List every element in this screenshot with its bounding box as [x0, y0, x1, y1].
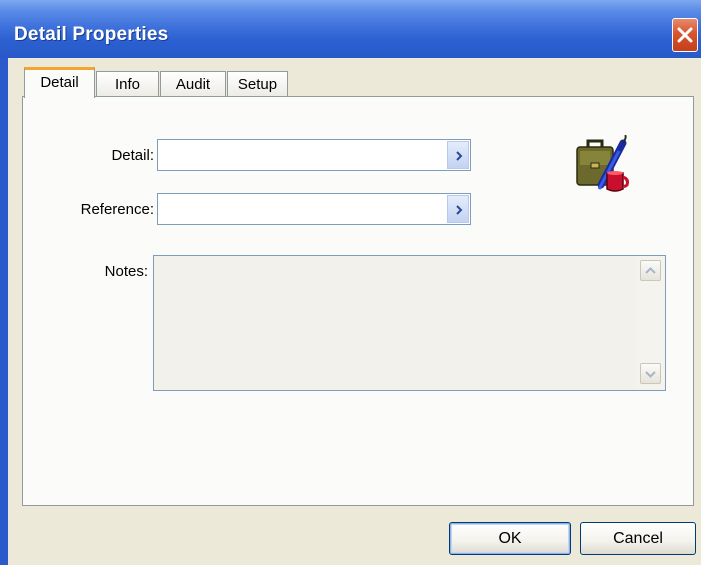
ok-button[interactable]: OK — [449, 522, 571, 555]
tab-audit[interactable]: Audit — [160, 71, 226, 97]
notes-scrollbar[interactable] — [636, 256, 665, 390]
detail-field[interactable] — [157, 139, 471, 171]
briefcase-umbrella-icon — [576, 135, 629, 192]
detail-label: Detail: — [111, 147, 154, 164]
cancel-button[interactable]: Cancel — [580, 522, 696, 555]
chevron-right-icon — [456, 151, 463, 161]
tab-detail[interactable]: Detail — [24, 67, 95, 98]
close-icon — [677, 27, 693, 43]
tab-audit-label: Audit — [175, 76, 211, 93]
close-button[interactable] — [672, 18, 698, 52]
cancel-button-label: Cancel — [613, 530, 663, 547]
notes-label: Notes: — [104, 263, 148, 280]
reference-field[interactable] — [157, 193, 471, 225]
detail-properties-dialog: Detail Properties Detail Info Audit Setu… — [0, 0, 701, 565]
window-title: Detail Properties — [14, 24, 169, 45]
scroll-up-button[interactable] — [640, 260, 661, 281]
tab-detail-label: Detail — [40, 74, 79, 91]
detail-browse-button[interactable] — [447, 141, 469, 169]
window-border — [0, 58, 8, 565]
ok-button-label: OK — [498, 530, 522, 547]
reference-browse-button[interactable] — [447, 195, 469, 223]
tab-info-label: Info — [114, 76, 141, 93]
scroll-down-button[interactable] — [640, 363, 661, 384]
reference-label: Reference: — [80, 201, 154, 218]
tab-info[interactable]: Info — [96, 71, 159, 97]
title-bar[interactable]: Detail Properties — [0, 0, 701, 58]
chevron-right-icon — [456, 205, 463, 215]
notes-textarea[interactable] — [153, 255, 666, 391]
scroll-down-icon — [645, 371, 656, 378]
tab-setup-label: Setup — [237, 76, 278, 93]
tab-setup[interactable]: Setup — [227, 71, 288, 97]
scroll-up-icon — [645, 267, 656, 274]
